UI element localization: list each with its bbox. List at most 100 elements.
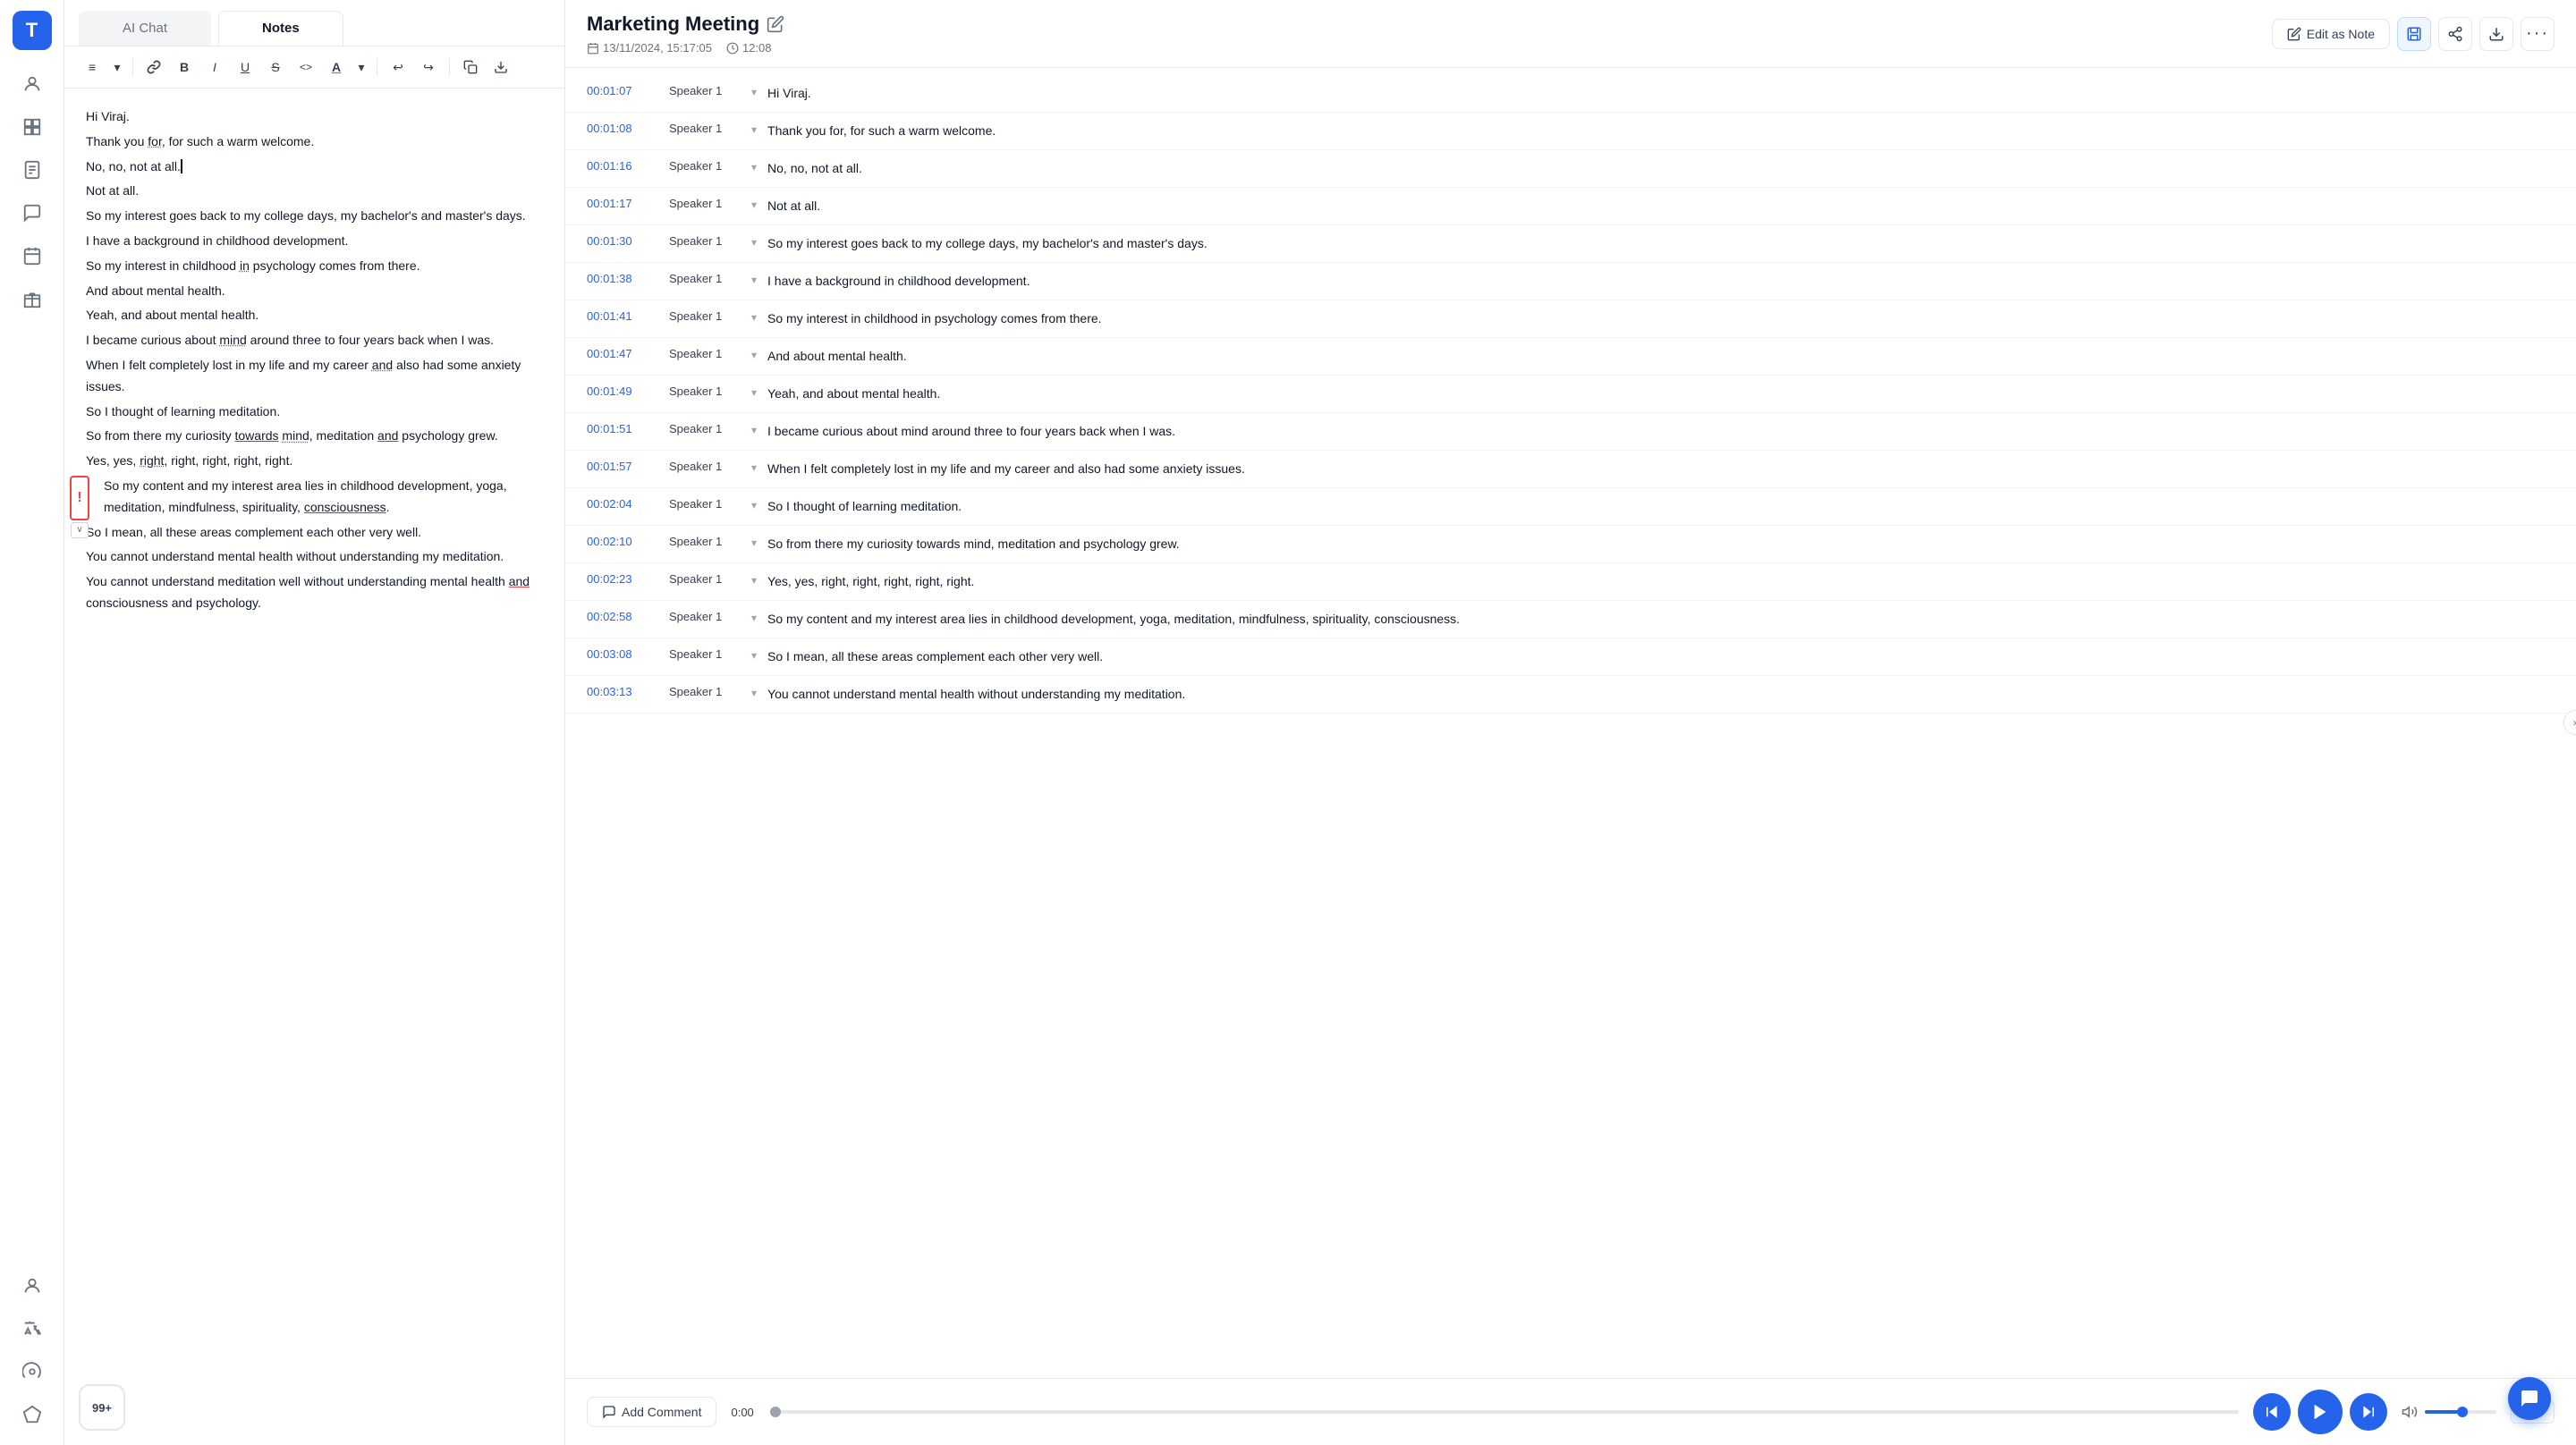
timestamp-4[interactable]: 00:01:17 [587, 197, 658, 210]
timestamp-2[interactable]: 00:01:08 [587, 122, 658, 135]
toolbar-italic-button[interactable]: I [201, 54, 228, 80]
toolbar-underline-button[interactable]: U [232, 54, 258, 80]
prev-button[interactable] [2253, 1393, 2291, 1431]
player-controls [2253, 1390, 2387, 1434]
timestamp-5[interactable]: 00:01:30 [587, 234, 658, 248]
tab-notes[interactable]: Notes [218, 11, 343, 46]
toolbar-copy-button[interactable] [457, 54, 484, 80]
sidebar-item-diamond[interactable] [13, 1395, 52, 1434]
toolbar-redo-button[interactable]: ↪ [415, 54, 442, 80]
transcript-text-13: So from there my curiosity towards mind,… [767, 535, 2555, 553]
transcript-text-12: So I thought of learning meditation. [767, 497, 2555, 516]
timestamp-1[interactable]: 00:01:07 [587, 84, 658, 97]
editor-toolbar: ≡ ▾ B I U S <> A ▾ ↩ ↪ [64, 46, 564, 89]
toolbar-align-button[interactable]: ≡ [79, 54, 106, 80]
chevron-5[interactable]: ▾ [751, 236, 757, 249]
timestamp-17[interactable]: 00:03:13 [587, 685, 658, 698]
sidebar-item-gift[interactable] [13, 279, 52, 318]
meeting-title: Marketing Meeting [587, 13, 784, 36]
chevron-8[interactable]: ▾ [751, 349, 757, 361]
play-icon [2310, 1402, 2330, 1422]
transcript-row-11: 00:01:57 Speaker 1 ▾ When I felt complet… [565, 451, 2576, 488]
toolbar-undo-button[interactable]: ↩ [385, 54, 411, 80]
timestamp-16[interactable]: 00:03:08 [587, 647, 658, 661]
chevron-15[interactable]: ▾ [751, 612, 757, 624]
edit-title-icon[interactable] [767, 15, 784, 33]
notification-badge[interactable]: 99+ [79, 1384, 125, 1431]
speaker-16: Speaker 1 [669, 647, 741, 661]
app-logo[interactable]: T [13, 11, 52, 50]
chevron-14[interactable]: ▾ [751, 574, 757, 587]
save-button[interactable] [2397, 17, 2431, 51]
timestamp-6[interactable]: 00:01:38 [587, 272, 658, 285]
chevron-17[interactable]: ▾ [751, 687, 757, 699]
chevron-10[interactable]: ▾ [751, 424, 757, 436]
sidebar-item-chat[interactable] [13, 193, 52, 232]
download-icon [2488, 26, 2504, 42]
timestamp-15[interactable]: 00:02:58 [587, 610, 658, 623]
progress-bar[interactable] [770, 1410, 2239, 1414]
transcript-row-14: 00:02:23 Speaker 1 ▾ Yes, yes, right, ri… [565, 563, 2576, 601]
sidebar-item-people[interactable] [13, 64, 52, 104]
prev-icon [2264, 1404, 2280, 1420]
edit-as-note-button[interactable]: Edit as Note [2272, 19, 2390, 49]
toolbar-divider-1 [132, 58, 133, 76]
transcript: 00:01:07 Speaker 1 ▾ Hi Viraj. 00:01:08 … [565, 68, 2576, 1378]
toolbar-bold-button[interactable]: B [171, 54, 198, 80]
chevron-16[interactable]: ▾ [751, 649, 757, 662]
toolbar-strike-button[interactable]: S [262, 54, 289, 80]
transcript-text-11: When I felt completely lost in my life a… [767, 460, 2555, 478]
speaker-11: Speaker 1 [669, 460, 741, 473]
chevron-12[interactable]: ▾ [751, 499, 757, 511]
editor-line-10: I became curious about mind around three… [86, 330, 543, 351]
more-button[interactable]: ··· [2521, 17, 2555, 51]
download-button[interactable] [2479, 17, 2513, 51]
next-button[interactable] [2350, 1393, 2387, 1431]
speaker-9: Speaker 1 [669, 384, 741, 398]
sidebar-item-user2[interactable] [13, 1266, 52, 1306]
transcript-text-7: So my interest in childhood in psycholog… [767, 309, 2555, 328]
toolbar-link-button[interactable] [140, 54, 167, 80]
timestamp-3[interactable]: 00:01:16 [587, 159, 658, 173]
sidebar-item-calendar[interactable] [13, 236, 52, 275]
sidebar-item-document[interactable] [13, 150, 52, 190]
chevron-3[interactable]: ▾ [751, 161, 757, 173]
toolbar-align-dropdown-button[interactable]: ▾ [109, 54, 125, 80]
timestamp-10[interactable]: 00:01:51 [587, 422, 658, 435]
chevron-2[interactable]: ▾ [751, 123, 757, 136]
editor-content[interactable]: Hi Viraj. Thank you for, for such a warm… [64, 89, 564, 1445]
add-comment-button[interactable]: Add Comment [587, 1397, 716, 1427]
toolbar-download-button[interactable] [487, 54, 514, 80]
chevron-6[interactable]: ▾ [751, 274, 757, 286]
timestamp-11[interactable]: 00:01:57 [587, 460, 658, 473]
timestamp-14[interactable]: 00:02:23 [587, 572, 658, 586]
chevron-7[interactable]: ▾ [751, 311, 757, 324]
transcript-row-16: 00:03:08 Speaker 1 ▾ So I mean, all thes… [565, 638, 2576, 676]
transcript-text-4: Not at all. [767, 197, 2555, 215]
chevron-4[interactable]: ▾ [751, 199, 757, 211]
share-button[interactable] [2438, 17, 2472, 51]
chevron-13[interactable]: ▾ [751, 537, 757, 549]
transcript-text-6: I have a background in childhood develop… [767, 272, 2555, 291]
toolbar-text-color-dropdown-button[interactable]: ▾ [353, 54, 369, 80]
timestamp-13[interactable]: 00:02:10 [587, 535, 658, 548]
chevron-11[interactable]: ▾ [751, 461, 757, 474]
play-button[interactable] [2298, 1390, 2343, 1434]
timestamp-9[interactable]: 00:01:49 [587, 384, 658, 398]
sidebar-item-tool[interactable] [13, 1352, 52, 1391]
comment-icon [602, 1405, 616, 1419]
timestamp-12[interactable]: 00:02:04 [587, 497, 658, 511]
tab-ai-chat[interactable]: AI Chat [79, 11, 211, 46]
speaker-10: Speaker 1 [669, 422, 741, 435]
transcript-row-8: 00:01:47 Speaker 1 ▾ And about mental he… [565, 338, 2576, 376]
volume-slider[interactable] [2425, 1410, 2496, 1414]
chevron-1[interactable]: ▾ [751, 86, 757, 98]
sidebar-item-grid[interactable] [13, 107, 52, 147]
timestamp-8[interactable]: 00:01:47 [587, 347, 658, 360]
chevron-9[interactable]: ▾ [751, 386, 757, 399]
timestamp-7[interactable]: 00:01:41 [587, 309, 658, 323]
toolbar-code-button[interactable]: <> [292, 54, 319, 80]
toolbar-text-color-button[interactable]: A [323, 54, 350, 80]
sidebar-item-translate[interactable] [13, 1309, 52, 1348]
chat-fab-button[interactable] [2508, 1377, 2551, 1420]
